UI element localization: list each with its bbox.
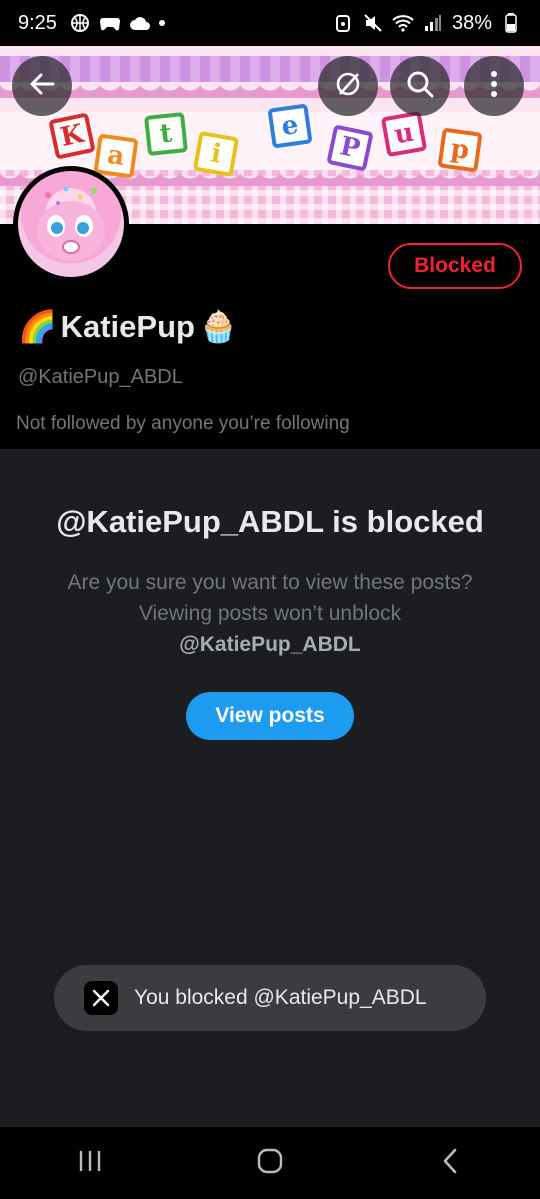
system-nav-bar <box>0 1127 540 1199</box>
blocked-description: Are you sure you want to view these post… <box>60 567 480 660</box>
refresh-button[interactable] <box>318 56 378 116</box>
toast-text: You blocked @KatiePup_ABDL <box>134 986 427 1009</box>
gamepad-icon <box>99 12 121 34</box>
display-name-text: KatiePup <box>60 308 195 344</box>
banner-wave-top <box>0 82 540 98</box>
banner-letter-block: t <box>144 112 188 156</box>
battery-percent: 38% <box>451 11 492 34</box>
mute-icon <box>362 12 384 34</box>
back-button[interactable] <box>12 56 72 116</box>
display-name: 🌈 KatiePup 🧁 <box>18 308 238 345</box>
status-right-icons: 38% <box>332 12 522 35</box>
app-screen: 9:25 38% K a t i e P u p Blocked 🌈 Katie… <box>0 0 540 1199</box>
banner-letter-block: u <box>380 110 428 158</box>
x-logo-icon <box>84 981 118 1015</box>
profile-handle: @KatiePup_ABDL <box>18 366 183 388</box>
search-button[interactable] <box>390 56 450 116</box>
cloud-icon <box>129 12 151 34</box>
banner-letter-block: a <box>93 133 139 179</box>
search-icon <box>405 69 435 104</box>
notification-dot <box>158 20 165 26</box>
blocked-description-handle: @KatiePup_ABDL <box>179 633 361 656</box>
avatar-image <box>18 171 124 277</box>
alarm-icon <box>332 12 354 34</box>
cupcake-emoji: 🧁 <box>198 309 238 344</box>
view-posts-button[interactable]: View posts <box>186 692 354 740</box>
avatar[interactable] <box>13 166 129 282</box>
recent-apps-icon <box>76 1149 104 1178</box>
recent-apps-button[interactable] <box>55 1138 125 1188</box>
basketball-icon <box>69 12 91 34</box>
status-left-icons <box>69 12 165 34</box>
blocked-panel: @KatiePup_ABDL is blocked Are you sure y… <box>0 449 540 1127</box>
followed-by-text: Not followed by anyone you’re following <box>16 413 350 434</box>
wifi-icon <box>392 12 414 34</box>
system-back-button[interactable] <box>415 1138 485 1188</box>
home-button[interactable] <box>235 1138 305 1188</box>
banner-letter-block: K <box>48 112 96 160</box>
blocked-description-text: Are you sure you want to view these post… <box>67 571 473 625</box>
more-vertical-icon <box>489 69 499 104</box>
back-arrow-icon <box>27 69 57 104</box>
blocked-title: @KatiePup_ABDL is blocked <box>56 504 484 539</box>
banner-letter-block: p <box>437 127 483 173</box>
status-time: 9:25 <box>18 11 57 34</box>
home-icon <box>256 1147 284 1180</box>
status-bar: 9:25 38% <box>0 0 540 46</box>
blocked-toast: You blocked @KatiePup_ABDL <box>54 965 486 1031</box>
battery-icon <box>500 12 522 34</box>
signal-icon <box>422 12 444 34</box>
banner-stripe <box>0 56 540 82</box>
refresh-icon <box>332 68 364 105</box>
banner-letter-block: e <box>267 103 313 149</box>
banner-letter-block: P <box>326 124 374 172</box>
rainbow-emoji: 🌈 <box>18 309 57 344</box>
back-icon <box>440 1147 460 1180</box>
banner-letter-block: i <box>192 130 240 178</box>
more-options-button[interactable] <box>464 56 524 116</box>
blocked-button[interactable]: Blocked <box>388 243 522 289</box>
